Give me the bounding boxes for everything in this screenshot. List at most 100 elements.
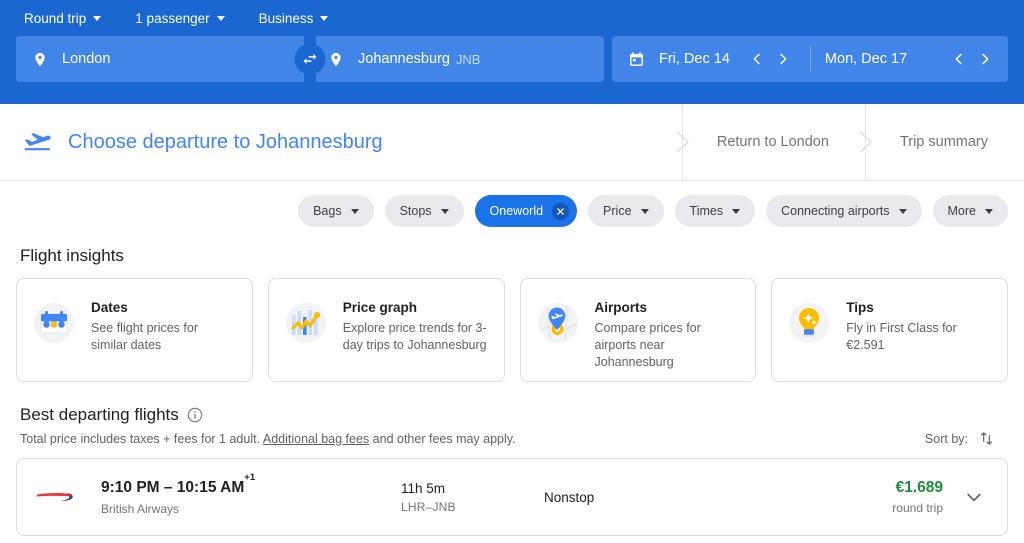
info-icon[interactable] [187, 407, 203, 423]
insight-card-airports[interactable]: Airports Compare prices for airports nea… [520, 278, 757, 382]
swap-origin-destination-button[interactable] [295, 44, 326, 75]
flight-price-note: round trip [813, 501, 943, 515]
disclaimer-text-after: and other fees may apply. [369, 432, 515, 446]
sort-by-control[interactable]: Sort by: [925, 430, 1008, 447]
return-date-previous-button[interactable] [946, 46, 972, 72]
chevron-down-icon [320, 16, 328, 21]
step-choose-departure-label: Choose departure to Johannesburg [68, 131, 383, 154]
location-pin-icon [328, 50, 344, 69]
lightbulb-icon [785, 299, 833, 347]
clear-filter-icon[interactable] [552, 203, 569, 220]
return-date-next-button[interactable] [972, 46, 998, 72]
booking-steps-bar: Choose departure to Johannesburg Return … [0, 104, 1024, 181]
departure-date-next-button[interactable] [770, 46, 796, 72]
flight-times-value: 9:10 PM – 10:15 AM [101, 480, 244, 497]
chevron-down-icon [732, 209, 740, 214]
filter-chips-bar: Bags Stops Oneworld Price Times Connecti… [0, 181, 1024, 227]
filter-chip-oneworld[interactable]: Oneworld [475, 195, 578, 227]
departure-plane-icon [22, 129, 52, 155]
origin-input[interactable]: London [16, 36, 312, 82]
filter-chip-connecting-airports-label: Connecting airports [781, 204, 889, 218]
destination-airport-code: JNB [456, 52, 481, 67]
insight-cards: Dates See flight prices for similar date… [16, 278, 1008, 382]
places-group: London Johannesburg JNB [16, 36, 604, 82]
best-flights-subrow: Total price includes taxes + fees for 1 … [20, 430, 1008, 447]
flight-times: 9:10 PM – 10:15 AM+1 [101, 478, 401, 497]
flight-duration-column: 11h 5m LHR–JNB [401, 481, 544, 514]
flight-insights-title: Flight insights [20, 246, 1008, 266]
flight-duration: 11h 5m [401, 481, 544, 496]
flight-times-column: 9:10 PM – 10:15 AM+1 British Airways [101, 478, 401, 515]
insight-card-tips[interactable]: Tips Fly in First Class for €2.591 [771, 278, 1008, 382]
insight-card-airports-title: Airports [595, 299, 740, 317]
passenger-selector[interactable]: 1 passenger [129, 6, 234, 31]
chevron-down-icon [351, 209, 359, 214]
search-header: Round trip 1 passenger Business London [0, 0, 1024, 104]
cabin-class-selector[interactable]: Business [253, 6, 339, 31]
search-fields-row: London Johannesburg JNB [0, 36, 1024, 82]
filter-chip-stops-label: Stops [400, 204, 432, 218]
best-flights-heading: Best departing flights [20, 404, 1008, 425]
chevron-down-icon [441, 209, 449, 214]
step-trip-summary-label: Trip summary [900, 134, 988, 150]
chevron-down-icon [641, 209, 649, 214]
british-airways-logo [35, 485, 75, 509]
chevron-right-icon [977, 51, 993, 67]
insight-card-price-graph[interactable]: Price graph Explore price trends for 3-d… [268, 278, 505, 382]
filter-chip-times[interactable]: Times [675, 195, 756, 227]
disclaimer-text-before: Total price includes taxes + fees for 1 … [20, 432, 263, 446]
insight-card-tips-title: Tips [846, 299, 991, 317]
step-return-to-london[interactable]: Return to London [682, 104, 865, 180]
destination-input[interactable]: Johannesburg JNB [312, 36, 604, 82]
sort-by-label: Sort by: [925, 432, 968, 446]
calendar-icon [628, 51, 645, 68]
insight-card-dates-title: Dates [91, 299, 236, 317]
flight-result-row[interactable]: 9:10 PM – 10:15 AM+1 British Airways 11h… [17, 459, 1007, 535]
calendar-icon [30, 299, 78, 347]
trip-type-selector[interactable]: Round trip [18, 6, 111, 31]
flight-price: €1.689 [813, 479, 943, 497]
insight-card-price-graph-sub: Explore price trends for 3-day trips to … [343, 320, 488, 354]
flight-results-list: 9:10 PM – 10:15 AM+1 British Airways 11h… [16, 458, 1008, 536]
date-fields-group: Fri, Dec 14 Mon, Dec 17 [612, 36, 1008, 82]
step-return-label: Return to London [717, 134, 829, 150]
insight-card-airports-sub: Compare prices for airports near Johanne… [595, 320, 740, 371]
date-divider [810, 46, 811, 72]
departure-date-cell[interactable]: Fri, Dec 14 [659, 36, 730, 82]
filter-chip-more[interactable]: More [933, 195, 1008, 227]
insight-card-dates[interactable]: Dates See flight prices for similar date… [16, 278, 253, 382]
filter-chip-stops[interactable]: Stops [385, 195, 464, 227]
price-graph-icon [282, 299, 330, 347]
chevron-right-icon [775, 51, 791, 67]
sort-icon[interactable] [978, 430, 995, 447]
passenger-label: 1 passenger [135, 11, 209, 26]
return-date-cell[interactable]: Mon, Dec 17 [825, 36, 907, 82]
cabin-class-label: Business [259, 11, 314, 26]
flight-price-column: €1.689 round trip [813, 479, 943, 515]
chevron-down-icon [899, 209, 907, 214]
additional-bag-fees-link[interactable]: Additional bag fees [263, 432, 369, 446]
expand-flight-details-button[interactable] [955, 478, 993, 516]
filter-chip-more-label: More [948, 204, 976, 218]
best-flights-title: Best departing flights [20, 405, 179, 425]
steps-spacer [413, 104, 682, 180]
filter-chip-price[interactable]: Price [588, 195, 663, 227]
flight-route: LHR–JNB [401, 500, 544, 514]
chevron-right-icon [676, 131, 690, 153]
best-flights-disclaimer: Total price includes taxes + fees for 1 … [20, 432, 516, 446]
airport-pin-icon [534, 299, 582, 347]
location-pin-icon [32, 50, 48, 69]
flight-airline-name: British Airways [101, 502, 401, 516]
chevron-right-icon [859, 131, 873, 153]
filter-chip-connecting-airports[interactable]: Connecting airports [766, 195, 921, 227]
departure-date-value: Fri, Dec 14 [659, 51, 730, 67]
insight-card-price-graph-title: Price graph [343, 299, 488, 317]
departure-date-previous-button[interactable] [744, 46, 770, 72]
step-trip-summary[interactable]: Trip summary [865, 104, 1024, 180]
flight-stops-column: Nonstop [544, 490, 813, 505]
chevron-down-icon [985, 209, 993, 214]
step-choose-departure[interactable]: Choose departure to Johannesburg [0, 104, 413, 180]
flight-stops: Nonstop [544, 490, 813, 505]
filter-chip-bags[interactable]: Bags [298, 195, 374, 227]
best-departing-flights-section: Best departing flights Total price inclu… [0, 404, 1024, 536]
